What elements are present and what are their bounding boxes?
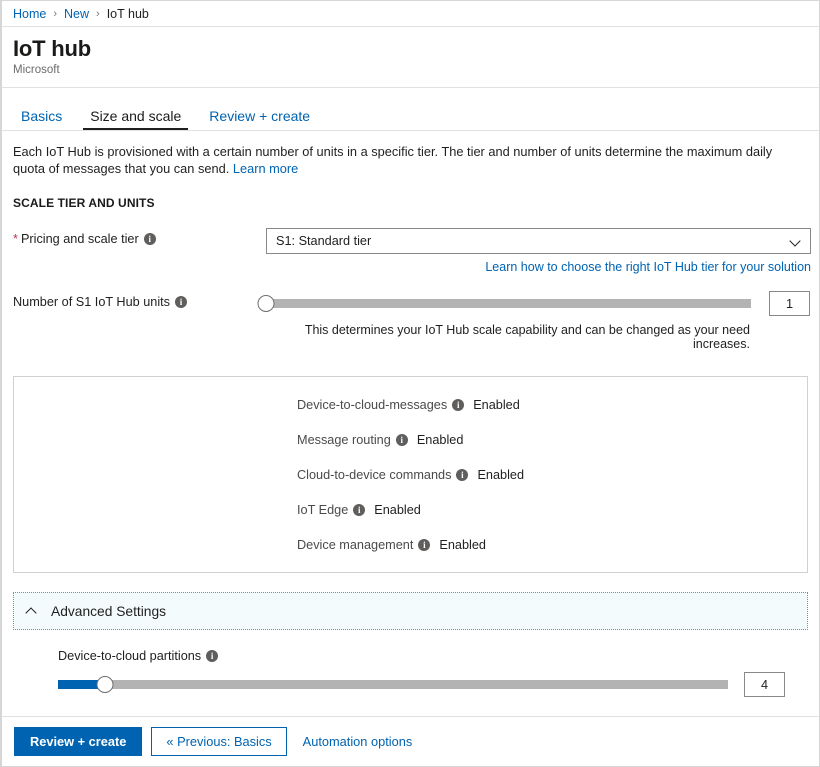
units-control: 1 This determines your IoT Hub scale cap… [266, 291, 810, 351]
info-icon[interactable]: i [418, 539, 430, 551]
feature-row: Device-to-cloud-messages i Enabled [297, 398, 524, 412]
feature-label: IoT Edge [297, 503, 348, 517]
units-row: Number of S1 IoT Hub units i 1 This dete… [13, 291, 808, 351]
features-panel: Device-to-cloud-messages i Enabled Messa… [13, 376, 808, 573]
feature-label: Cloud-to-device commands [297, 468, 451, 482]
info-icon[interactable]: i [452, 399, 464, 411]
info-icon[interactable]: i [206, 650, 218, 662]
units-slider-wrap: 1 [266, 291, 810, 316]
advanced-settings-label: Advanced Settings [51, 604, 166, 619]
partitions-slider-row: 4 [58, 672, 808, 697]
pricing-tier-label-group: * Pricing and scale tier i [13, 228, 266, 250]
pricing-tier-dropdown[interactable]: S1: Standard tier [266, 228, 811, 254]
automation-options-link[interactable]: Automation options [303, 734, 413, 749]
units-label: Number of S1 IoT Hub units [13, 291, 170, 313]
wizard-tabs: Basics Size and scale Review + create [2, 98, 819, 131]
breadcrumb-separator-icon: › [53, 8, 57, 20]
breadcrumb-item-new[interactable]: New [64, 7, 89, 21]
feature-row: Cloud-to-device commands i Enabled [297, 468, 524, 482]
partitions-slider[interactable] [58, 675, 728, 695]
chevron-down-icon [791, 236, 802, 247]
advanced-settings-body: Device-to-cloud partitions i 4 [13, 649, 808, 697]
pricing-tier-label: Pricing and scale tier [21, 228, 139, 250]
units-slider[interactable] [266, 294, 751, 314]
breadcrumb-item-home[interactable]: Home [13, 7, 46, 21]
partitions-label: Device-to-cloud partitions [58, 649, 201, 663]
review-create-button[interactable]: Review + create [14, 727, 142, 756]
page-title: IoT hub [13, 36, 819, 62]
feature-label: Message routing [297, 433, 391, 447]
learn-more-link[interactable]: Learn more [233, 161, 298, 176]
breadcrumb: Home › New › IoT hub [2, 1, 819, 27]
intro-description: Each IoT Hub is provisioned with a certa… [13, 144, 772, 176]
advanced-settings-toggle[interactable]: Advanced Settings [13, 592, 808, 630]
units-value-box[interactable]: 1 [769, 291, 810, 316]
feature-label: Device-to-cloud-messages [297, 398, 447, 412]
feature-row: IoT Edge i Enabled [297, 503, 524, 517]
pricing-tier-selected-value: S1: Standard tier [276, 234, 371, 248]
features-list: Device-to-cloud-messages i Enabled Messa… [297, 398, 524, 552]
feature-label: Device management [297, 538, 413, 552]
feature-row: Device management i Enabled [297, 538, 524, 552]
info-icon[interactable]: i [144, 233, 156, 245]
tab-review-create[interactable]: Review + create [201, 108, 318, 130]
blade-content: Each IoT Hub is provisioned with a certa… [2, 131, 819, 716]
info-icon[interactable]: i [175, 296, 187, 308]
pricing-tier-control: S1: Standard tier Learn how to choose th… [266, 228, 811, 274]
breadcrumb-item-iot-hub: IoT hub [107, 7, 149, 21]
feature-row: Message routing i Enabled [297, 433, 524, 447]
units-slider-track [266, 299, 751, 308]
wizard-footer: Review + create « Previous: Basics Autom… [2, 716, 819, 766]
info-icon[interactable]: i [456, 469, 468, 481]
units-label-group: Number of S1 IoT Hub units i [13, 291, 266, 313]
section-heading-scale-tier: SCALE TIER AND UNITS [13, 196, 808, 210]
info-icon[interactable]: i [353, 504, 365, 516]
partitions-label-group: Device-to-cloud partitions i [58, 649, 808, 663]
breadcrumb-separator-icon: › [96, 8, 100, 20]
feature-value: Enabled [439, 538, 486, 552]
required-marker: * [13, 233, 18, 246]
tab-size-and-scale[interactable]: Size and scale [82, 108, 189, 130]
feature-value: Enabled [417, 433, 464, 447]
pricing-tier-row: * Pricing and scale tier i S1: Standard … [13, 228, 808, 274]
choose-tier-link[interactable]: Learn how to choose the right IoT Hub ti… [266, 260, 811, 274]
partitions-value-box[interactable]: 4 [744, 672, 785, 697]
units-slider-thumb[interactable] [258, 295, 275, 312]
iot-hub-create-blade: Home › New › IoT hub IoT hub Microsoft B… [0, 0, 820, 767]
previous-basics-button[interactable]: « Previous: Basics [151, 727, 286, 756]
tab-basics[interactable]: Basics [13, 108, 70, 130]
chevron-up-icon [25, 605, 38, 618]
page-publisher: Microsoft [13, 63, 819, 78]
partitions-slider-track [58, 680, 728, 689]
intro-text: Each IoT Hub is provisioned with a certa… [13, 143, 803, 177]
units-helper-text: This determines your IoT Hub scale capab… [266, 323, 750, 351]
partitions-slider-thumb[interactable] [96, 676, 113, 693]
feature-value: Enabled [477, 468, 524, 482]
feature-value: Enabled [473, 398, 520, 412]
blade-header: IoT hub Microsoft [2, 27, 819, 88]
feature-value: Enabled [374, 503, 421, 517]
info-icon[interactable]: i [396, 434, 408, 446]
